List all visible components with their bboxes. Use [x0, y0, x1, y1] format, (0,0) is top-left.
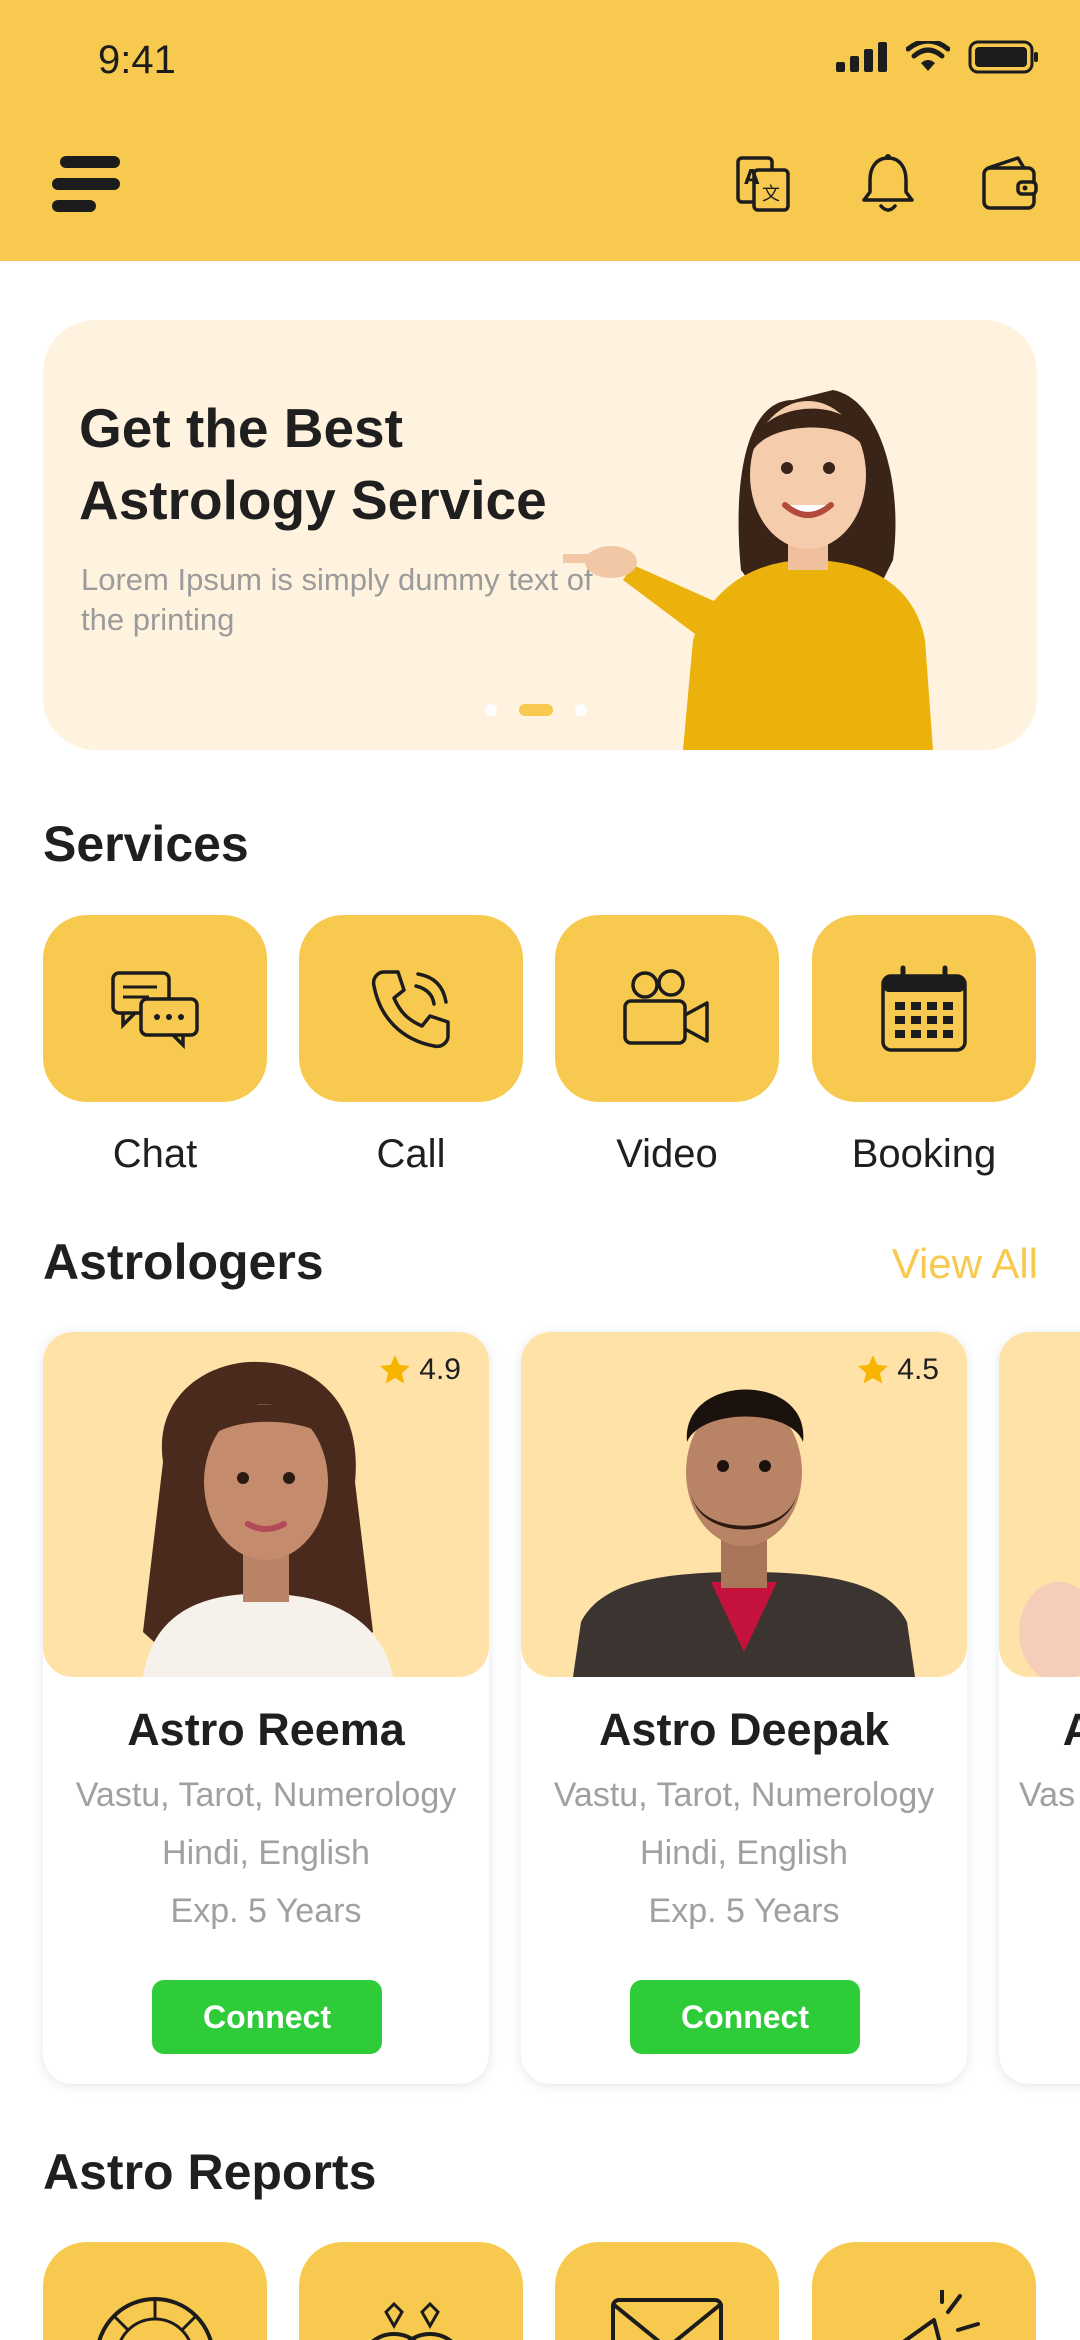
astrologer-experience: Exp. 5 Years	[170, 1892, 362, 1930]
bell-icon[interactable]	[856, 152, 920, 216]
wifi-icon	[906, 41, 950, 71]
service-video-label: Video	[616, 1132, 718, 1176]
carousel-dot-active[interactable]	[519, 704, 553, 716]
service-call[interactable]: Call	[299, 915, 523, 1177]
banner-title: Get the Best Astrology Service	[79, 397, 547, 531]
banner-subtitle: Lorem Ipsum is simply dummy text of the …	[81, 562, 593, 637]
status-time: 9:41	[98, 38, 176, 82]
wallet-icon[interactable]	[978, 152, 1042, 216]
rating-value: 4.5	[897, 1353, 939, 1386]
connect-button[interactable]: Connect	[630, 1980, 860, 2054]
service-chat[interactable]: Chat	[43, 915, 267, 1177]
report-announcement[interactable]	[812, 2242, 1036, 2340]
video-camera-icon	[623, 968, 709, 1045]
service-call-label: Call	[376, 1132, 446, 1176]
banner-woman-illustration	[563, 390, 933, 750]
services-title: Services	[43, 816, 249, 872]
astrologer-card[interactable]: 4.5 Astro Deepak Vastu, Tarot, Numerolog…	[521, 1332, 967, 2084]
rating-badge: 4.9	[377, 1352, 461, 1388]
astrologer-photo	[999, 1332, 1080, 1677]
astrologer-skills: Vastu, Tarot, Numerology	[553, 1776, 935, 1814]
service-call-tile[interactable]	[299, 915, 523, 1102]
astrologer-card[interactable]: 4.9 Astro Reema Vastu, Tarot, Numerology…	[43, 1332, 489, 2084]
calendar-icon	[881, 965, 967, 1052]
megaphone-icon	[902, 2290, 980, 2340]
astro-reports-title: Astro Reports	[43, 2144, 377, 2200]
astrologer-card-partial[interactable]: A Vas	[999, 1332, 1080, 2084]
signal-icon	[836, 42, 887, 72]
svg-text:A: A	[744, 165, 760, 189]
astrologer-skills: Vastu, Tarot, Numerology	[75, 1776, 457, 1814]
rating-badge: 4.5	[855, 1352, 939, 1388]
astrologer-portrait-partial	[1019, 1582, 1080, 1677]
zodiac-wheel-icon	[97, 2297, 213, 2340]
report-horoscope[interactable]	[43, 2242, 267, 2340]
astrologer-languages: Hindi, English	[640, 1834, 848, 1872]
service-video[interactable]: Video	[555, 915, 779, 1177]
rating-value: 4.9	[419, 1353, 461, 1386]
service-chat-label: Chat	[112, 1132, 198, 1176]
astrologer-name: Astro Deepak	[598, 1704, 890, 1755]
service-video-tile[interactable]	[555, 915, 779, 1102]
report-mail[interactable]	[555, 2242, 779, 2340]
astrologers-title: Astrologers	[43, 1234, 324, 1290]
service-booking[interactable]: Booking	[812, 915, 1036, 1177]
battery-icon	[968, 40, 1038, 74]
star-icon	[858, 1355, 889, 1384]
home-screen: 9:41 A 文 Get the Best Astrology Service …	[0, 0, 1080, 2340]
astrologer-photo: 4.9	[43, 1332, 489, 1677]
star-icon	[380, 1355, 411, 1384]
service-booking-label: Booking	[851, 1132, 997, 1176]
astrologer-name: A	[1062, 1704, 1080, 1755]
rings-icon	[371, 2301, 453, 2340]
connect-button[interactable]: Connect	[152, 1980, 382, 2054]
phone-icon	[371, 969, 450, 1048]
astrologer-languages: Hindi, English	[162, 1834, 370, 1872]
astrologer-name: Astro Reema	[127, 1704, 405, 1755]
report-matchmaking[interactable]	[299, 2242, 523, 2340]
status-icons	[836, 40, 1040, 74]
translate-icon[interactable]: A 文	[732, 152, 796, 216]
envelope-icon	[611, 2298, 723, 2340]
service-booking-tile[interactable]	[812, 915, 1036, 1102]
view-all-link[interactable]: View All	[892, 1240, 1038, 1288]
astrologer-skills: Vas	[1019, 1776, 1076, 1814]
svg-text:文: 文	[762, 184, 780, 205]
menu-icon[interactable]	[48, 152, 124, 216]
carousel-dot[interactable]	[485, 704, 497, 716]
chat-icon	[111, 970, 199, 1049]
app-header: 9:41 A 文	[0, 0, 1080, 261]
service-chat-tile[interactable]	[43, 915, 267, 1102]
promo-banner[interactable]: Get the Best Astrology Service Lorem Ips…	[43, 320, 1037, 750]
astrologer-photo: 4.5	[521, 1332, 967, 1677]
astrologer-experience: Exp. 5 Years	[648, 1892, 840, 1930]
